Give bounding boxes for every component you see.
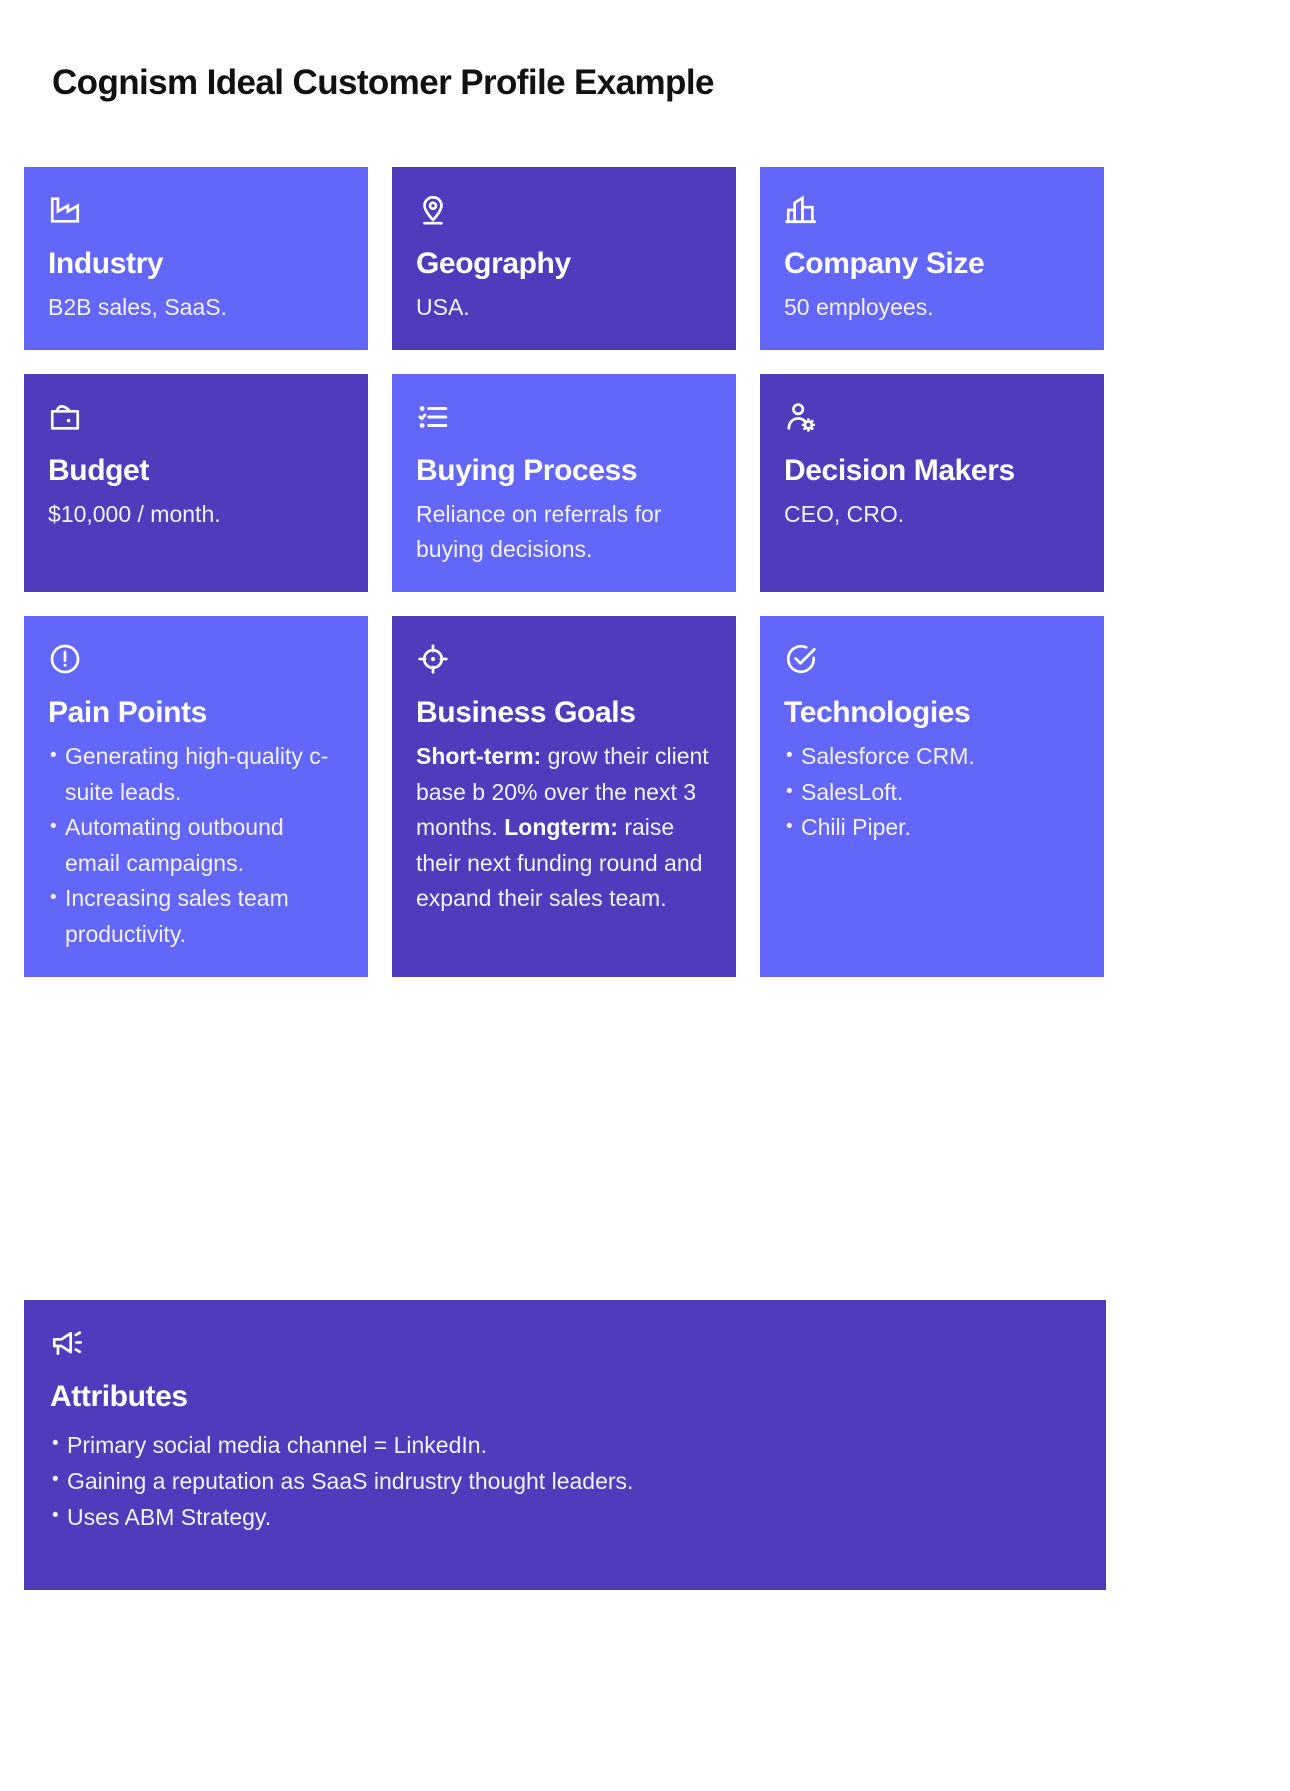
list-item: Salesforce CRM. <box>784 739 1080 775</box>
card-title: Business Goals <box>416 695 636 729</box>
card-pain-points: Pain Points Generating high-quality c-su… <box>24 615 368 977</box>
attributes-list: Primary social media channel = LinkedIn.… <box>50 1427 1080 1535</box>
card-grid: Industry B2B sales, SaaS. Geography USA. <box>24 167 1106 977</box>
crosshair-icon <box>416 642 712 676</box>
check-circle-icon <box>784 642 1080 676</box>
card-title: Technologies <box>784 695 971 729</box>
pain-points-list: Generating high-quality c-suite leads. A… <box>48 739 344 953</box>
list-item: Generating high-quality c-suite leads. <box>48 739 344 810</box>
card-body: $10,000 / month. <box>48 500 221 527</box>
technologies-list: Salesforce CRM. SalesLoft. Chili Piper. <box>784 739 1080 846</box>
card-title: Industry <box>48 247 164 280</box>
user-gear-icon <box>784 400 1080 434</box>
card-title: Pain Points <box>48 695 207 729</box>
short-term-label: Short-term: <box>416 742 542 769</box>
alert-circle-icon <box>48 642 344 676</box>
card-body: 50 employees. <box>784 294 934 320</box>
card-body: USA. <box>416 294 470 320</box>
card-body: B2B sales, SaaS. <box>48 294 227 320</box>
card-buying-process: Buying Process Reliance on referrals for… <box>392 373 736 592</box>
card-technologies: Technologies Salesforce CRM. SalesLoft. … <box>760 615 1104 977</box>
infographic-page: Cognism Ideal Customer Profile Example I… <box>0 0 1290 1791</box>
card-title: Geography <box>416 247 571 280</box>
megaphone-icon <box>50 1326 1080 1360</box>
card-title: Decision Makers <box>784 453 1015 487</box>
card-company-size: Company Size 50 employees. <box>760 167 1104 350</box>
list-item: SalesLoft. <box>784 775 1080 811</box>
list-item: Primary social media channel = LinkedIn. <box>50 1427 1080 1463</box>
wallet-icon <box>48 400 344 434</box>
card-industry: Industry B2B sales, SaaS. <box>24 167 368 350</box>
card-decision-makers: Decision Makers CEO, CRO. <box>760 373 1104 592</box>
card-budget: Budget $10,000 / month. <box>24 373 368 592</box>
card-business-goals: Business Goals Short-term: grow their cl… <box>392 615 736 977</box>
business-goals-body: Short-term: grow their client base b 20%… <box>416 739 712 917</box>
list-item: Chili Piper. <box>784 810 1080 846</box>
card-title: Attributes <box>50 1380 188 1413</box>
checklist-icon <box>416 400 712 434</box>
list-item: Increasing sales team productivity. <box>48 881 344 952</box>
card-attributes: Attributes Primary social media channel … <box>24 1300 1106 1590</box>
card-geography: Geography USA. <box>392 167 736 350</box>
card-body: CEO, CRO. <box>784 500 905 527</box>
long-term-label: Longterm: <box>504 814 618 841</box>
card-title: Buying Process <box>416 453 638 487</box>
map-pin-icon <box>416 193 712 227</box>
page-title: Cognism Ideal Customer Profile Example <box>52 63 714 102</box>
list-item: Uses ABM Strategy. <box>50 1499 1080 1535</box>
card-title: Budget <box>48 453 149 487</box>
card-body: Reliance on referrals for buying decisio… <box>416 500 662 563</box>
building-bars-icon <box>784 193 1080 227</box>
card-title: Company Size <box>784 247 985 280</box>
factory-icon <box>48 193 344 227</box>
list-item: Automating outbound email campaigns. <box>48 810 344 881</box>
list-item: Gaining a reputation as SaaS indrustry t… <box>50 1463 1080 1499</box>
